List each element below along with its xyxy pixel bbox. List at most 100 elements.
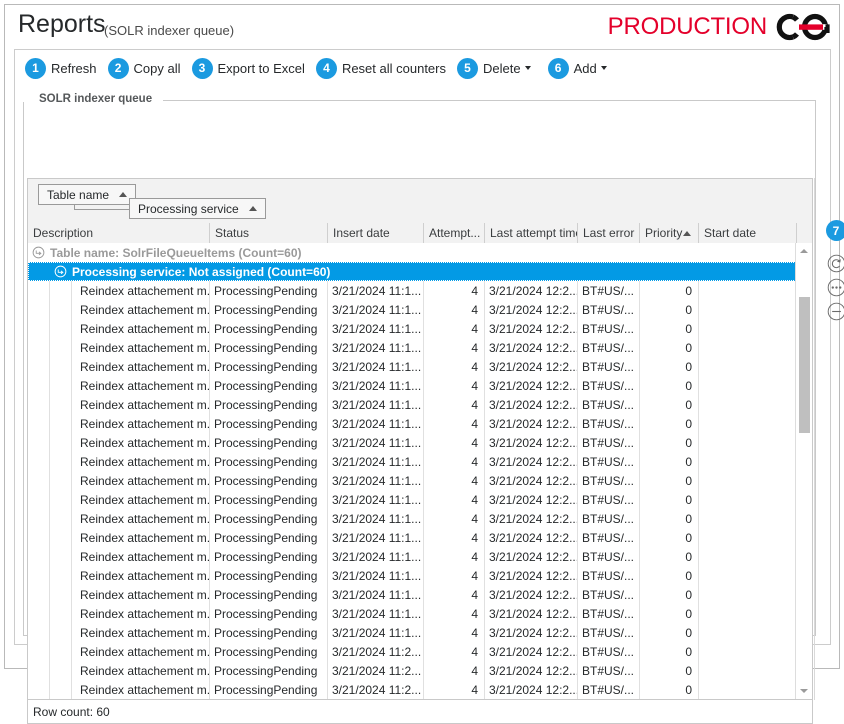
table-cell-last-attempt-time[interactable]: 3/21/2024 12:2...	[485, 300, 578, 319]
grid-column-header-start-date[interactable]: Start date	[699, 223, 797, 243]
table-cell-insert-date[interactable]: 3/21/2024 11:1...	[328, 414, 424, 433]
table-cell-last-error[interactable]: BT#US/...	[578, 338, 640, 357]
table-cell-start-date[interactable]	[699, 376, 797, 395]
table-row[interactable]: Reindex attachement m...ProcessingPendin…	[28, 547, 812, 566]
grid-column-header-last-error[interactable]: Last error	[578, 223, 640, 243]
table-row[interactable]: Reindex attachement m...ProcessingPendin…	[28, 623, 812, 642]
table-cell-status[interactable]: ProcessingPending	[210, 490, 328, 509]
table-cell-description[interactable]: Reindex attachement m...	[76, 357, 210, 376]
toolbar-button-export-to-excel[interactable]: 3 Export to Excel	[192, 50, 307, 86]
table-cell-status[interactable]: ProcessingPending	[210, 680, 328, 699]
table-cell-priority[interactable]: 0	[640, 547, 699, 566]
table-cell-insert-date[interactable]: 3/21/2024 11:1...	[328, 509, 424, 528]
table-cell-last-attempt-time[interactable]: 3/21/2024 12:2...	[485, 528, 578, 547]
grid-column-header-status[interactable]: Status	[210, 223, 328, 243]
table-cell-start-date[interactable]	[699, 509, 797, 528]
table-cell-insert-date[interactable]: 3/21/2024 11:1...	[328, 376, 424, 395]
table-cell-start-date[interactable]	[699, 357, 797, 376]
table-cell-attempts[interactable]: 4	[424, 433, 485, 452]
minus-circle-icon[interactable]	[827, 302, 844, 321]
table-cell-last-error[interactable]: BT#US/...	[578, 357, 640, 376]
table-cell-priority[interactable]: 0	[640, 338, 699, 357]
table-cell-last-error[interactable]: BT#US/...	[578, 376, 640, 395]
grid-column-header-priority[interactable]: Priority	[640, 223, 699, 243]
table-cell-start-date[interactable]	[699, 281, 797, 300]
table-cell-description[interactable]: Reindex attachement m...	[76, 509, 210, 528]
table-cell-status[interactable]: ProcessingPending	[210, 357, 328, 376]
table-row[interactable]: Reindex attachement m...ProcessingPendin…	[28, 376, 812, 395]
table-cell-description[interactable]: Reindex attachement m...	[76, 471, 210, 490]
table-cell-last-attempt-time[interactable]: 3/21/2024 12:2...	[485, 661, 578, 680]
table-row[interactable]: Reindex attachement m...ProcessingPendin…	[28, 281, 812, 300]
table-cell-description[interactable]: Reindex attachement m...	[76, 319, 210, 338]
table-cell-attempts[interactable]: 4	[424, 376, 485, 395]
table-cell-last-attempt-time[interactable]: 3/21/2024 12:2...	[485, 433, 578, 452]
table-cell-last-error[interactable]: BT#US/...	[578, 604, 640, 623]
table-cell-last-attempt-time[interactable]: 3/21/2024 12:2...	[485, 623, 578, 642]
table-cell-priority[interactable]: 0	[640, 376, 699, 395]
table-row[interactable]: Reindex attachement m...ProcessingPendin…	[28, 509, 812, 528]
table-cell-insert-date[interactable]: 3/21/2024 11:1...	[328, 452, 424, 471]
table-cell-description[interactable]: Reindex attachement m...	[76, 281, 210, 300]
grid-column-header-attempts[interactable]: Attempt...	[424, 223, 485, 243]
table-cell-last-error[interactable]: BT#US/...	[578, 661, 640, 680]
table-cell-attempts[interactable]: 4	[424, 471, 485, 490]
table-cell-status[interactable]: ProcessingPending	[210, 452, 328, 471]
table-cell-attempts[interactable]: 4	[424, 319, 485, 338]
table-cell-description[interactable]: Reindex attachement m...	[76, 661, 210, 680]
table-cell-insert-date[interactable]: 3/21/2024 11:1...	[328, 547, 424, 566]
collapse-circle-icon[interactable]	[32, 246, 45, 259]
group-by-chip-processing-service[interactable]: Processing service	[129, 198, 266, 219]
table-cell-start-date[interactable]	[699, 395, 797, 414]
table-cell-insert-date[interactable]: 3/21/2024 11:2...	[328, 680, 424, 699]
table-cell-insert-date[interactable]: 3/21/2024 11:1...	[328, 338, 424, 357]
table-row[interactable]: Reindex attachement m...ProcessingPendin…	[28, 680, 812, 699]
table-cell-insert-date[interactable]: 3/21/2024 11:1...	[328, 281, 424, 300]
table-cell-description[interactable]: Reindex attachement m...	[76, 433, 210, 452]
table-cell-priority[interactable]: 0	[640, 585, 699, 604]
table-row[interactable]: Reindex attachement m...ProcessingPendin…	[28, 300, 812, 319]
table-cell-attempts[interactable]: 4	[424, 642, 485, 661]
table-cell-description[interactable]: Reindex attachement m...	[76, 585, 210, 604]
table-cell-status[interactable]: ProcessingPending	[210, 281, 328, 300]
table-cell-attempts[interactable]: 4	[424, 338, 485, 357]
grid-group-row-level-2[interactable]: Processing service: Not assigned (Count=…	[28, 262, 812, 281]
table-cell-attempts[interactable]: 4	[424, 585, 485, 604]
more-options-circle-icon[interactable]	[827, 278, 844, 297]
table-cell-start-date[interactable]	[699, 528, 797, 547]
table-cell-attempts[interactable]: 4	[424, 395, 485, 414]
table-cell-priority[interactable]: 0	[640, 566, 699, 585]
table-cell-last-error[interactable]: BT#US/...	[578, 471, 640, 490]
table-cell-status[interactable]: ProcessingPending	[210, 376, 328, 395]
grid-column-header-insert-date[interactable]: Insert date	[328, 223, 424, 243]
table-row[interactable]: Reindex attachement m...ProcessingPendin…	[28, 490, 812, 509]
table-cell-description[interactable]: Reindex attachement m...	[76, 642, 210, 661]
table-cell-status[interactable]: ProcessingPending	[210, 319, 328, 338]
sort-ascending-icon[interactable]	[119, 192, 127, 197]
table-cell-last-attempt-time[interactable]: 3/21/2024 12:2...	[485, 566, 578, 585]
table-cell-last-error[interactable]: BT#US/...	[578, 452, 640, 471]
table-cell-start-date[interactable]	[699, 585, 797, 604]
toolbar-button-reset-all-counters[interactable]: 4 Reset all counters	[316, 50, 448, 86]
table-cell-start-date[interactable]	[699, 471, 797, 490]
table-cell-priority[interactable]: 0	[640, 471, 699, 490]
table-cell-priority[interactable]: 0	[640, 661, 699, 680]
table-cell-priority[interactable]: 0	[640, 395, 699, 414]
table-cell-last-attempt-time[interactable]: 3/21/2024 12:2...	[485, 585, 578, 604]
table-cell-status[interactable]: ProcessingPending	[210, 300, 328, 319]
table-cell-start-date[interactable]	[699, 547, 797, 566]
table-cell-description[interactable]: Reindex attachement m...	[76, 300, 210, 319]
table-cell-start-date[interactable]	[699, 623, 797, 642]
table-cell-status[interactable]: ProcessingPending	[210, 661, 328, 680]
table-cell-last-error[interactable]: BT#US/...	[578, 414, 640, 433]
table-cell-insert-date[interactable]: 3/21/2024 11:1...	[328, 300, 424, 319]
table-cell-attempts[interactable]: 4	[424, 414, 485, 433]
table-cell-description[interactable]: Reindex attachement m...	[76, 414, 210, 433]
table-cell-description[interactable]: Reindex attachement m...	[76, 376, 210, 395]
table-row[interactable]: Reindex attachement m...ProcessingPendin…	[28, 528, 812, 547]
toolbar-button-copy-all[interactable]: 2 Copy all	[108, 50, 183, 86]
table-cell-attempts[interactable]: 4	[424, 509, 485, 528]
table-cell-attempts[interactable]: 4	[424, 623, 485, 642]
table-cell-last-attempt-time[interactable]: 3/21/2024 12:2...	[485, 338, 578, 357]
table-cell-last-error[interactable]: BT#US/...	[578, 433, 640, 452]
